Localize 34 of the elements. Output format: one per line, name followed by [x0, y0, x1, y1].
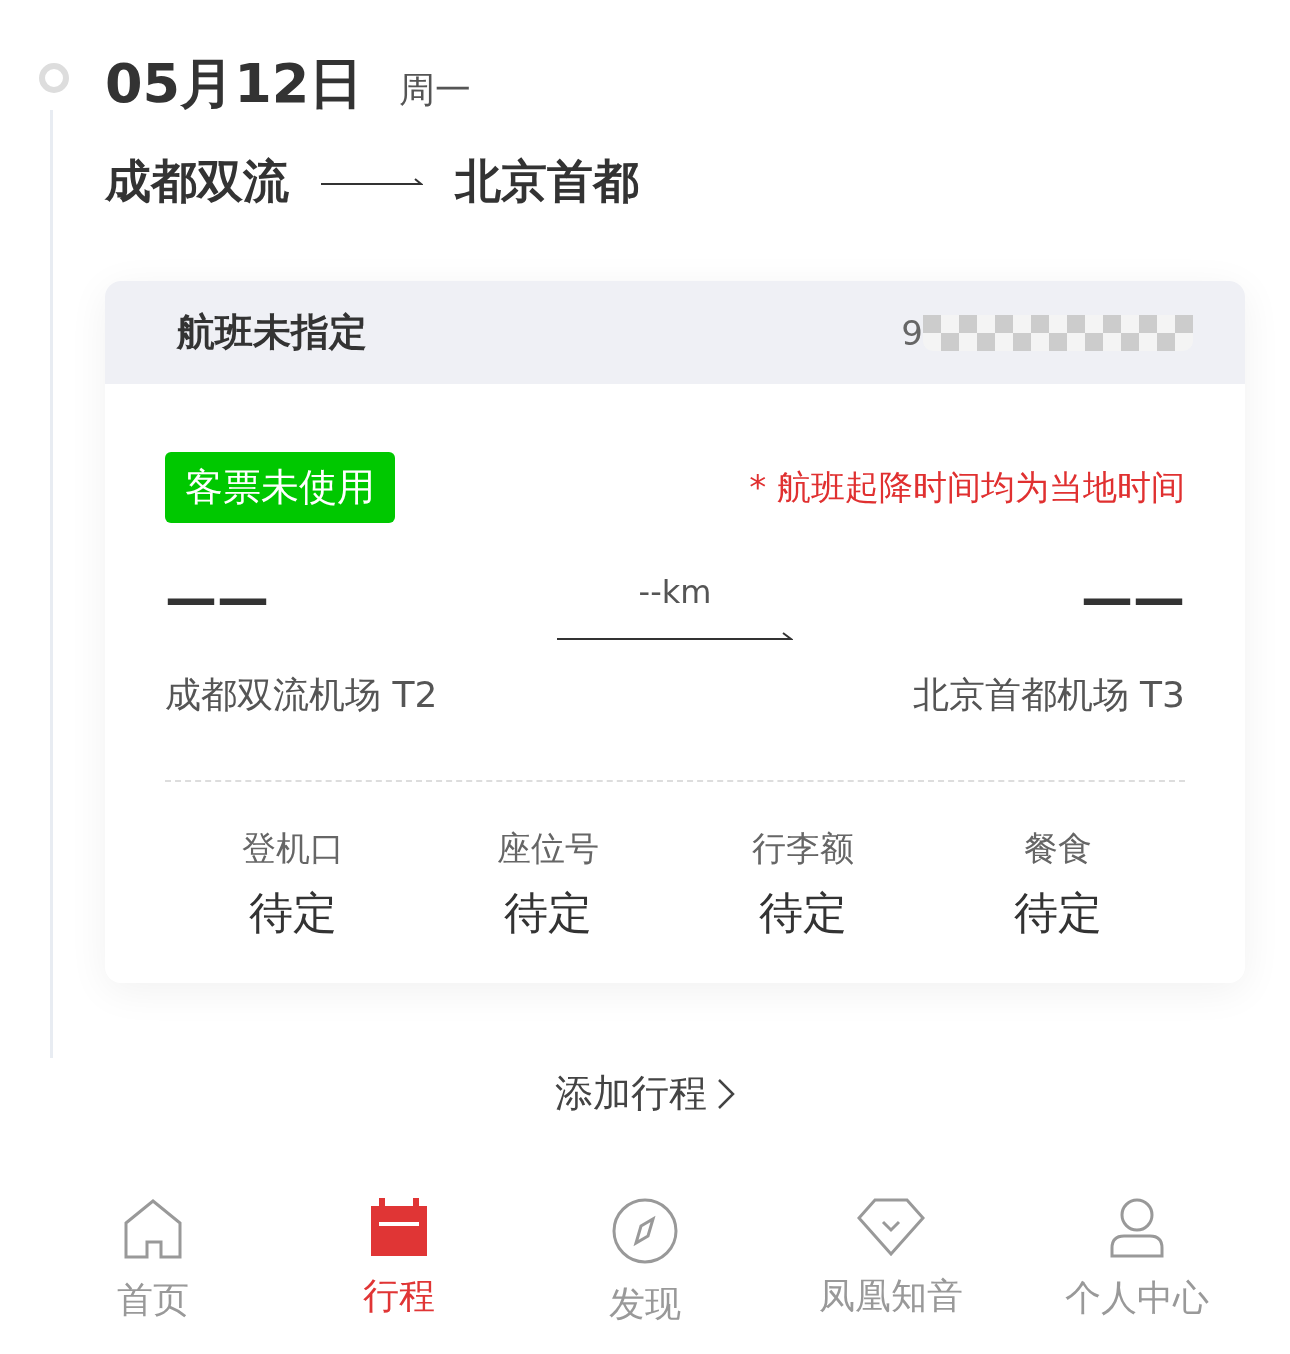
departure-city: 成都双流	[105, 153, 289, 210]
detail-label: 登机口	[241, 827, 344, 870]
diamond-icon	[857, 1198, 925, 1256]
trip-date: 05月12日	[105, 51, 364, 117]
nav-tab[interactable]: 首页	[30, 1197, 276, 1330]
departure-time: ——	[165, 567, 270, 630]
nav-tab[interactable]: 行程	[276, 1197, 522, 1330]
detail-value: 待定	[758, 886, 847, 940]
compass-icon	[612, 1198, 678, 1264]
departure-airport: 成都双流机场 T2	[165, 673, 438, 717]
detail-value: 待定	[248, 886, 337, 940]
calendar-icon	[371, 1198, 427, 1256]
flight-number: 9	[901, 312, 923, 353]
detail-label: 行李额	[751, 827, 854, 870]
nav-tab[interactable]: 发现	[522, 1197, 768, 1330]
detail-value: 待定	[503, 886, 592, 940]
arrival-city: 北京首都	[455, 153, 639, 210]
detail-label: 餐食	[1023, 827, 1092, 870]
person-icon	[1110, 1198, 1164, 1258]
local-time-note: * 航班起降时间均为当地时间	[749, 465, 1185, 509]
arrival-airport: 北京首都机场 T3	[912, 673, 1185, 717]
arrival-time: ——	[1081, 567, 1185, 630]
flight-title: 航班未指定	[177, 309, 367, 356]
home-icon	[123, 1198, 183, 1260]
ticket-status-badge: 客票未使用	[165, 452, 395, 523]
nav-tab[interactable]: 个人中心	[1014, 1197, 1260, 1330]
timeline-dot	[39, 63, 69, 93]
nav-tab[interactable]: 凤凰知音	[768, 1197, 1014, 1330]
weekday: 周一	[399, 68, 472, 112]
chevron-right-icon	[717, 1077, 735, 1110]
detail-value: 待定	[1013, 886, 1102, 940]
flight-distance: --km	[638, 573, 712, 611]
detail-label: 座位号	[496, 827, 599, 870]
add-trip-link[interactable]: 添加行程	[555, 1068, 707, 1119]
